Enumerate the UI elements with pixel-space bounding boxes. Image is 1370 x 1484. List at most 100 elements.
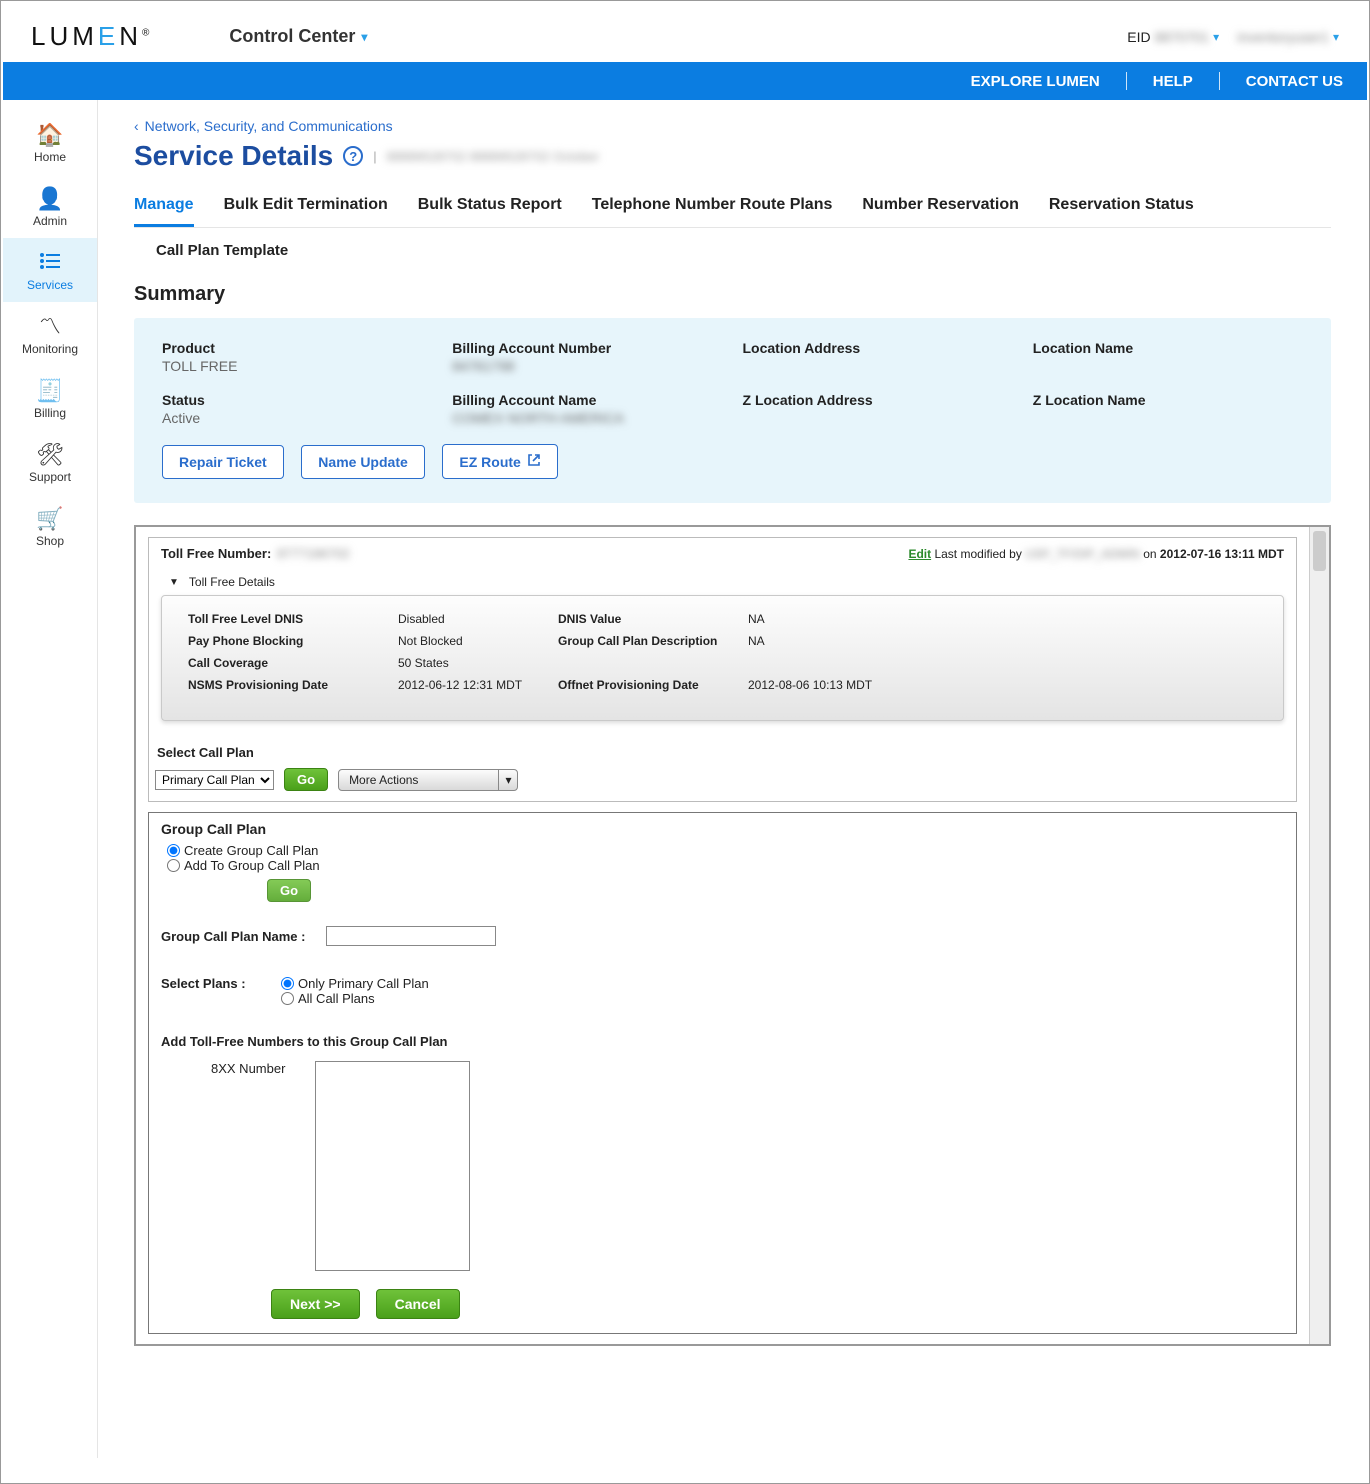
add-to-gcp-radio[interactable] [167,859,180,872]
help-link[interactable]: HELP [1147,73,1199,90]
list-icon [3,252,97,274]
toll-free-details-toggle[interactable]: ▼ Toll Free Details [149,569,1296,589]
loc-addr-label: Location Address [743,340,1013,356]
app-switcher-label: Control Center [229,26,355,47]
eid-selector[interactable]: EID 8870701 ▾ [1127,29,1219,45]
cancel-button[interactable]: Cancel [376,1289,460,1319]
tab-call-plan-template[interactable]: Call Plan Template [156,236,288,269]
coverage-value: 50 States [398,656,548,670]
product-value: TOLL FREE [162,358,432,374]
sidebar-item-monitoring[interactable]: 〽 Monitoring [3,302,97,366]
sidebar-item-label: Shop [36,534,64,548]
user-selector[interactable]: inventoryuser1 ▾ [1237,29,1339,45]
more-actions-label: More Actions [339,773,498,787]
scrollbar[interactable] [1309,527,1329,1344]
status-value: Active [162,410,432,426]
z-loc-addr-label: Z Location Address [743,392,1013,408]
tn-label: 8XX Number [211,1061,301,1076]
sidebar-item-services[interactable]: Services [3,238,97,302]
gcp-name-input[interactable] [326,926,496,946]
sidebar-item-label: Home [34,150,66,164]
next-button[interactable]: Next >> [271,1289,360,1319]
offnet-prov-label: Offnet Provisioning Date [558,678,738,692]
only-primary-label: Only Primary Call Plan [298,976,429,991]
create-gcp-label: Create Group Call Plan [184,843,318,858]
offnet-prov-value: 2012-08-06 10:13 MDT [748,678,928,692]
chevron-down-icon: ▾ [361,30,367,44]
user-value: inventoryuser1 [1237,29,1329,45]
tab-manage[interactable]: Manage [134,190,194,227]
ez-route-label: EZ Route [459,454,520,470]
last-mod-prefix: Last modified by [934,547,1021,561]
status-label: Status [162,392,432,408]
ban-value: 84761798 [452,358,722,374]
product-label: Product [162,340,432,356]
nsms-prov-label: NSMS Provisioning Date [188,678,388,692]
toll-free-details-title: Toll Free Details [189,575,275,589]
dnis-value-label: DNIS Value [558,612,738,626]
all-call-plans-label: All Call Plans [298,991,375,1006]
brand-logo: LUMEN® [31,21,149,52]
pulse-icon: 〽 [3,316,97,338]
add-tf-heading: Add Toll-Free Numbers to this Group Call… [161,1034,1284,1049]
sidebar-item-label: Support [29,470,71,484]
contact-us-link[interactable]: CONTACT US [1240,73,1349,90]
tab-number-reservation[interactable]: Number Reservation [862,190,1019,227]
sidebar-item-label: Billing [34,406,66,420]
sidebar-item-home[interactable]: 🏠 Home [3,110,97,174]
gcp-name-label: Group Call Plan Name : [161,929,326,944]
explore-lumen-link[interactable]: EXPLORE LUMEN [965,73,1106,90]
gcp-go-button[interactable]: Go [267,879,311,902]
eid-label: EID [1127,29,1150,45]
sidebar-item-billing[interactable]: 🧾 Billing [3,366,97,430]
help-icon[interactable]: ? [343,146,363,166]
page-title: Service Details [134,140,333,172]
sidebar-item-shop[interactable]: 🛒 Shop [3,494,97,558]
go-button[interactable]: Go [284,768,328,791]
all-call-plans-radio[interactable] [281,992,294,1005]
repair-ticket-button[interactable]: Repair Ticket [162,445,284,479]
gcp-desc-label: Group Call Plan Description [558,634,738,648]
create-gcp-radio[interactable] [167,844,180,857]
last-mod-date: 2012-07-16 13:11 MDT [1160,547,1284,561]
support-icon: 🛠 [3,444,97,466]
external-link-icon [527,453,541,470]
sidebar-item-label: Admin [33,214,67,228]
chevron-down-icon: ▾ [1213,30,1219,44]
group-call-plan-heading: Group Call Plan [161,821,1284,837]
payphone-value: Not Blocked [398,634,548,648]
only-primary-radio[interactable] [281,977,294,990]
sidebar-item-label: Monitoring [22,342,78,356]
last-mod-user: USP_TF/DIP_ADMIN [1025,547,1140,561]
chevron-down-icon: ▾ [1333,30,1339,44]
summary-heading: Summary [134,283,1331,306]
dnis-value-value: NA [748,612,928,626]
more-actions-dropdown[interactable]: More Actions ▾ [338,769,518,791]
ez-route-button[interactable]: EZ Route [442,444,557,479]
sidebar-item-label: Services [27,278,73,292]
tab-tn-route-plans[interactable]: Telephone Number Route Plans [592,190,833,227]
dnis-level-label: Toll Free Level DNIS [188,612,388,626]
breadcrumb[interactable]: ‹ Network, Security, and Communications [134,118,1331,134]
coverage-label: Call Coverage [188,656,388,670]
divider [1126,72,1127,90]
select-plans-label: Select Plans : [161,976,281,991]
tab-bulk-edit-termination[interactable]: Bulk Edit Termination [224,190,388,227]
edit-link[interactable]: Edit [908,547,931,561]
tab-reservation-status[interactable]: Reservation Status [1049,190,1194,227]
tab-bulk-status-report[interactable]: Bulk Status Report [418,190,562,227]
loc-name-label: Location Name [1033,340,1303,356]
sidebar-item-admin[interactable]: 👤 Admin [3,174,97,238]
name-update-button[interactable]: Name Update [301,445,424,479]
call-plan-select[interactable]: Primary Call Plan [155,770,274,790]
user-icon: 👤 [3,188,97,210]
sidebar-item-support[interactable]: 🛠 Support [3,430,97,494]
toll-free-number-label: Toll Free Number: [161,546,271,561]
page-subtitle-meta: 88889528702 88889528702 October [387,149,600,164]
tn-list-textarea[interactable] [315,1061,470,1271]
ban-label: Billing Account Number [452,340,722,356]
app-switcher[interactable]: Control Center ▾ [229,26,367,47]
breadcrumb-label: Network, Security, and Communications [145,118,393,134]
chevron-down-icon: ▾ [498,770,517,790]
eid-value: 8870701 [1155,29,1210,45]
